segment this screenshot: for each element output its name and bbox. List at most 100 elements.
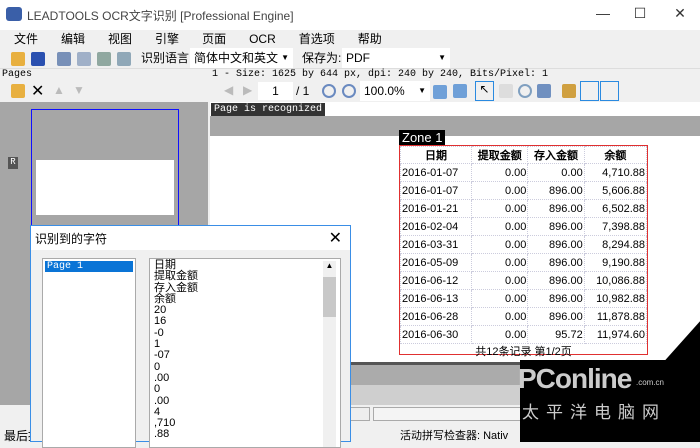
menu-help[interactable]: 帮助	[344, 30, 391, 48]
watermark-subtitle: 太平洋电脑网	[522, 403, 666, 422]
show-zones-icon[interactable]	[580, 81, 599, 101]
character-line: 存入金额	[154, 281, 198, 294]
menu-view[interactable]: 视图	[94, 30, 141, 48]
zoom-in-icon[interactable]	[342, 84, 356, 98]
menu-engine[interactable]: 引擎	[141, 30, 188, 48]
table-row: 2016-06-30 0.00 95.72 11,974.60	[399, 325, 648, 344]
page-thumbnail[interactable]	[36, 160, 174, 215]
show-text-icon[interactable]	[600, 81, 619, 101]
table-cell: 896.00	[527, 217, 585, 236]
character-line: 0	[154, 383, 161, 396]
menu-bar: 文件 编辑 视图 引擎 页面 OCR 首选项 帮助	[0, 30, 700, 48]
table-cell: 896.00	[527, 253, 585, 272]
next-page-icon[interactable]: ▶	[243, 83, 252, 97]
table-row: 2016-03-31 0.00 896.00 8,294.88	[399, 235, 648, 254]
scrollbar-thumb[interactable]	[323, 277, 336, 317]
chevron-down-icon: ▼	[418, 86, 426, 95]
menu-page[interactable]: 页面	[188, 30, 235, 48]
character-line: 16	[154, 315, 167, 328]
table-row: 2016-01-07 0.00 0.00 4,710.88	[399, 163, 648, 182]
edit-zone-icon[interactable]	[537, 84, 551, 98]
table-cell: 896.00	[527, 271, 585, 290]
table-cell: 0.00	[471, 289, 529, 308]
table-cell: 2016-06-13	[399, 289, 473, 308]
column-header: 余额	[583, 146, 648, 164]
character-line: 提取金额	[154, 270, 198, 283]
save-icon[interactable]	[31, 52, 45, 66]
copy-icon[interactable]	[97, 52, 111, 66]
character-line: 0	[154, 360, 161, 373]
page-total: / 1	[296, 84, 310, 98]
zone-properties-icon[interactable]	[562, 84, 576, 98]
characters-textbox[interactable]: 日期 提取金额 存入金额 余额 20 16 -0 1 -07 0.00 0.00 4,710.88 ▲	[149, 258, 341, 448]
select-tool-icon[interactable]: ↖	[475, 81, 494, 101]
pan-tool-icon[interactable]	[499, 84, 513, 98]
table-row: 2016-06-28 0.00 896.00 11,878.88	[399, 307, 648, 326]
table-row: 2016-06-12 0.00 896.00 10,086.88	[399, 271, 648, 290]
zoom-tool-icon[interactable]	[518, 84, 532, 98]
table-cell: 2016-03-31	[399, 235, 473, 254]
paste-icon[interactable]	[117, 52, 131, 66]
menu-file[interactable]: 文件	[0, 30, 47, 48]
layout-icon[interactable]	[77, 52, 91, 66]
language-select[interactable]: 简体中文和英文 ▼	[190, 48, 293, 68]
table-cell: 0.00	[471, 325, 529, 344]
table-cell: 2016-06-12	[399, 271, 473, 290]
chevron-down-icon: ▼	[281, 53, 289, 62]
character-line: .00	[154, 394, 170, 407]
menu-preferences[interactable]: 首选项	[285, 30, 344, 48]
ocr-zone[interactable]: 日期 提取金额 存入金额 余额 2016-01-07 0.00 0.00 4,710.…	[399, 145, 648, 358]
fit-width-icon[interactable]	[433, 85, 447, 99]
minimize-button[interactable]: —	[588, 5, 618, 21]
menu-edit[interactable]: 编辑	[47, 30, 94, 48]
save-format-select[interactable]: PDF ▼	[342, 48, 450, 68]
table-cell: 896.00	[527, 289, 585, 308]
close-icon[interactable]: ✕	[329, 228, 342, 248]
recognized-badge: R	[8, 157, 18, 169]
table-cell: 11,878.88	[583, 307, 648, 326]
page-icon[interactable]	[57, 52, 71, 66]
table-cell: 8,294.88	[583, 235, 648, 254]
main-toolbar: 识别语言: 简体中文和英文 ▼ 保存为: PDF ▼	[0, 48, 700, 69]
column-header: 日期	[399, 146, 473, 164]
table-row: 2016-01-07 0.00 896.00 5,606.88	[399, 181, 648, 200]
column-header: 提取金额	[471, 146, 529, 164]
table-cell: 10,982.88	[583, 289, 648, 308]
record-count: 共12条记录 第1/2页	[475, 346, 572, 358]
close-button[interactable]: ✕	[665, 5, 695, 22]
zoom-out-icon[interactable]	[322, 84, 336, 98]
prev-page-icon[interactable]: ◀	[224, 83, 233, 97]
zoom-value: 100.0%	[364, 84, 405, 98]
zoom-select[interactable]: 100.0% ▼	[360, 81, 430, 101]
fit-page-icon[interactable]	[453, 84, 467, 98]
document-margin	[210, 116, 700, 136]
move-up-icon[interactable]: ▲	[53, 83, 65, 97]
table-cell: 0.00	[471, 199, 529, 218]
table-cell: 4,710.88	[583, 163, 648, 182]
menu-ocr[interactable]: OCR	[235, 30, 285, 48]
move-down-icon[interactable]: ▼	[73, 83, 85, 97]
table-cell: 0.00	[471, 253, 529, 272]
table-row: 2016-06-13 0.00 896.00 10,982.88	[399, 289, 648, 308]
recognition-status: Page is recognized	[211, 103, 326, 116]
language-label: 识别语言:	[141, 51, 193, 65]
table-cell: 5,606.88	[583, 181, 648, 200]
character-line: -07	[154, 349, 170, 362]
table-cell: 0.00	[471, 163, 529, 182]
table-row: 2016-02-04 0.00 896.00 7,398.88	[399, 217, 648, 236]
maximize-button[interactable]: ☐	[625, 5, 655, 22]
list-item-page-1[interactable]: Page 1	[45, 261, 133, 272]
delete-icon[interactable]: ✕	[31, 81, 44, 101]
table-cell: 896.00	[527, 235, 585, 254]
table-cell: 0.00	[471, 235, 529, 254]
spell-checker-status: 活动拼写检查器: Nativ	[400, 430, 509, 442]
table-cell: 0.00	[471, 181, 529, 200]
scroll-up-icon[interactable]: ▲	[323, 261, 336, 270]
vertical-scrollbar[interactable]: ▲	[323, 261, 336, 447]
open-page-icon[interactable]	[11, 84, 25, 98]
open-icon[interactable]	[11, 52, 25, 66]
character-line: ,710	[154, 417, 176, 430]
table-cell: 2016-01-21	[399, 199, 473, 218]
pages-list[interactable]: Page 1	[42, 258, 136, 448]
page-number-input[interactable]: 1	[258, 82, 293, 100]
